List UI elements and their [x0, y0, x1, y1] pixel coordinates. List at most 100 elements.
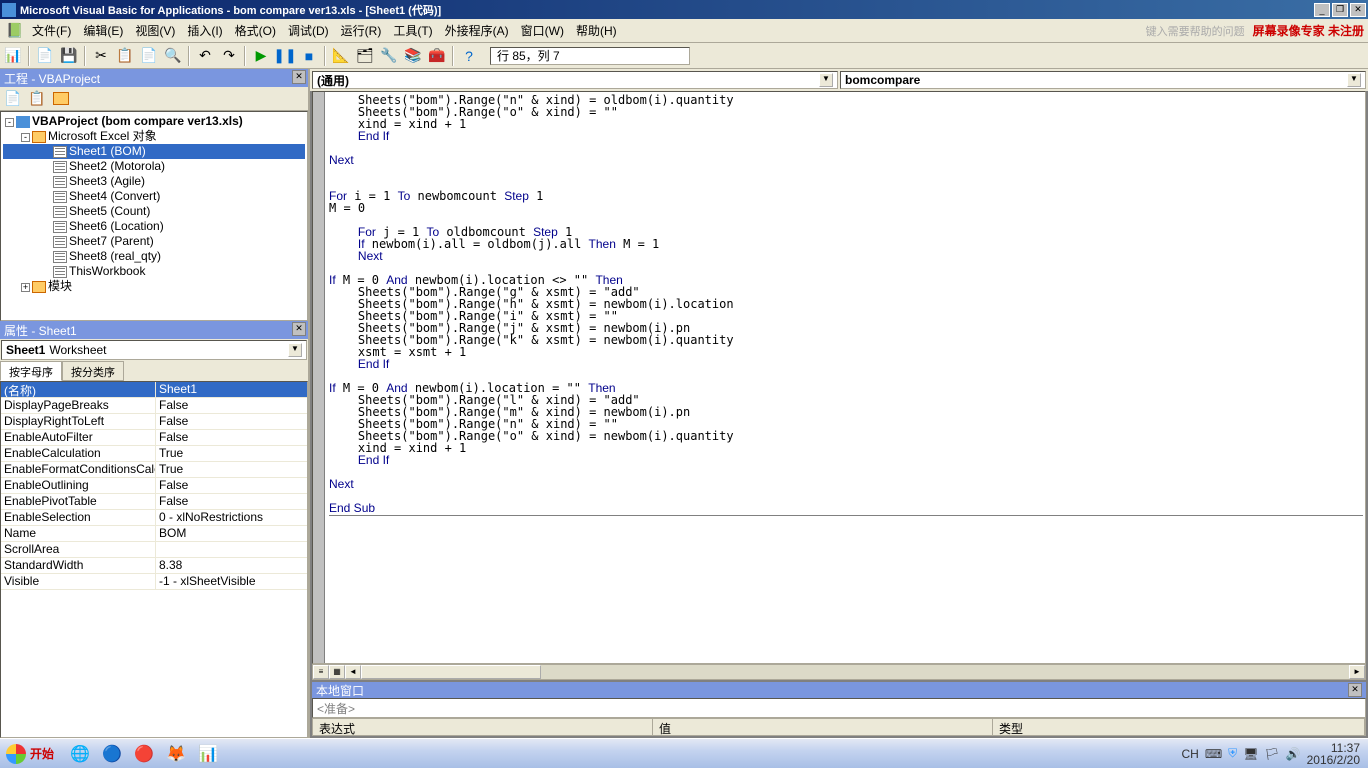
tree-item-sheet5[interactable]: Sheet5 (Count)	[3, 204, 305, 219]
minimize-button[interactable]: _	[1314, 3, 1330, 17]
property-row[interactable]: Visible-1 - xlSheetVisible	[1, 574, 307, 590]
menu-debug[interactable]: 调试(D)	[282, 20, 335, 41]
property-row[interactable]: NameBOM	[1, 526, 307, 542]
scroll-left-button[interactable]: ◄	[345, 665, 361, 679]
tray-icon-shield[interactable]: ⛨	[1228, 746, 1237, 761]
tab-categorized[interactable]: 按分类序	[62, 361, 124, 381]
property-value[interactable]: False	[156, 478, 307, 493]
menu-file[interactable]: 文件(F)	[26, 20, 77, 41]
chevron-down-icon[interactable]: ▼	[288, 343, 302, 357]
property-value[interactable]: True	[156, 446, 307, 461]
menu-view[interactable]: 视图(V)	[129, 20, 181, 41]
tree-item-sheet3[interactable]: Sheet3 (Agile)	[3, 174, 305, 189]
menu-addins[interactable]: 外接程序(A)	[439, 20, 515, 41]
find-button[interactable]: 🔍	[162, 45, 184, 67]
tree-item-thisworkbook[interactable]: ThisWorkbook	[3, 264, 305, 279]
reset-button[interactable]: ■	[298, 45, 320, 67]
property-row[interactable]: DisplayPageBreaksFalse	[1, 398, 307, 414]
property-value[interactable]: False	[156, 494, 307, 509]
menu-tools[interactable]: 工具(T)	[387, 20, 438, 41]
tray-icon-flag[interactable]: 🏳	[1264, 747, 1279, 761]
view-excel-button[interactable]: 📊	[2, 45, 24, 67]
property-row[interactable]: EnableFormatConditionsCalculationTrue	[1, 462, 307, 478]
property-row[interactable]: EnableSelection0 - xlNoRestrictions	[1, 510, 307, 526]
toggle-folders-button[interactable]	[50, 89, 72, 109]
property-value[interactable]: Sheet1	[156, 382, 307, 397]
redo-button[interactable]: ↷	[218, 45, 240, 67]
locals-close-button[interactable]: ✕	[1348, 683, 1362, 697]
taskbar-app-3[interactable]: 🔴	[130, 741, 158, 767]
horizontal-scrollbar[interactable]	[361, 665, 1349, 679]
tree-item-sheet2[interactable]: Sheet2 (Motorola)	[3, 159, 305, 174]
insert-module-button[interactable]: 📄	[34, 45, 56, 67]
property-row[interactable]: EnablePivotTableFalse	[1, 494, 307, 510]
tray-icon-network[interactable]: 🖥	[1243, 747, 1258, 761]
paste-button[interactable]: 📄	[138, 45, 160, 67]
menu-run[interactable]: 运行(R)	[335, 20, 388, 41]
start-button[interactable]: 开始	[0, 740, 64, 768]
tree-folder-excel-objects[interactable]: -Microsoft Excel 对象	[3, 129, 305, 144]
tree-item-sheet7[interactable]: Sheet7 (Parent)	[3, 234, 305, 249]
taskbar-app-2[interactable]: 🔵	[98, 741, 126, 767]
run-button[interactable]: ▶	[250, 45, 272, 67]
excel-icon[interactable]: 📗	[4, 20, 26, 42]
object-combo[interactable]: (通用) ▼	[312, 71, 838, 89]
property-row[interactable]: EnableCalculationTrue	[1, 446, 307, 462]
property-value[interactable]: False	[156, 430, 307, 445]
help-hint[interactable]: 键入需要帮助的问题	[1146, 23, 1245, 39]
menu-help[interactable]: 帮助(H)	[570, 20, 623, 41]
tree-item-sheet4[interactable]: Sheet4 (Convert)	[3, 189, 305, 204]
property-value[interactable]: False	[156, 398, 307, 413]
undo-button[interactable]: ↶	[194, 45, 216, 67]
menu-edit[interactable]: 编辑(E)	[77, 20, 129, 41]
tree-item-sheet1[interactable]: Sheet1 (BOM)	[3, 144, 305, 159]
view-object-button[interactable]: 📋	[26, 89, 48, 109]
tree-folder-modules[interactable]: +模块	[3, 279, 305, 294]
properties-grid[interactable]: (名称)Sheet1DisplayPageBreaksFalseDisplayR…	[0, 381, 308, 738]
property-row[interactable]: (名称)Sheet1	[1, 382, 307, 398]
chevron-down-icon[interactable]: ▼	[1347, 73, 1361, 87]
project-explorer-button[interactable]: 🗂	[354, 45, 376, 67]
taskbar-app-excel[interactable]: 📊	[194, 741, 222, 767]
property-row[interactable]: StandardWidth8.38	[1, 558, 307, 574]
property-value[interactable]: 0 - xlNoRestrictions	[156, 510, 307, 525]
taskbar-app-1[interactable]: 🌐	[66, 741, 94, 767]
taskbar-app-4[interactable]: 🦊	[162, 741, 190, 767]
procedure-view-button[interactable]: ≡	[313, 665, 329, 679]
property-value[interactable]	[156, 542, 307, 557]
tab-alphabetic[interactable]: 按字母序	[0, 361, 62, 381]
tray-icon-volume[interactable]: 🔊	[1286, 747, 1301, 761]
property-value[interactable]: False	[156, 414, 307, 429]
cut-button[interactable]: ✂	[90, 45, 112, 67]
code-editor[interactable]: Sheets("bom").Range("n" & xind) = oldbom…	[312, 91, 1366, 664]
properties-button[interactable]: 🔧	[378, 45, 400, 67]
property-value[interactable]: BOM	[156, 526, 307, 541]
tree-item-sheet6[interactable]: Sheet6 (Location)	[3, 219, 305, 234]
procedure-combo[interactable]: bomcompare ▼	[840, 71, 1366, 89]
property-row[interactable]: EnableOutliningFalse	[1, 478, 307, 494]
property-value[interactable]: True	[156, 462, 307, 477]
toolbox-button[interactable]: 🧰	[426, 45, 448, 67]
menu-insert[interactable]: 插入(I)	[181, 20, 228, 41]
project-tree[interactable]: -VBAProject (bom compare ver13.xls) -Mic…	[0, 111, 308, 321]
properties-panel-close-button[interactable]: ✕	[292, 322, 306, 336]
project-panel-close-button[interactable]: ✕	[292, 70, 306, 84]
properties-object-combo[interactable]: Sheet1 Worksheet ▼	[1, 340, 307, 360]
locals-col-type[interactable]: 类型	[993, 719, 1365, 735]
design-mode-button[interactable]: 📐	[330, 45, 352, 67]
locals-col-value[interactable]: 值	[653, 719, 993, 735]
code-text[interactable]: Sheets("bom").Range("n" & xind) = oldbom…	[313, 92, 1365, 519]
property-row[interactable]: ScrollArea	[1, 542, 307, 558]
property-value[interactable]: -1 - xlSheetVisible	[156, 574, 307, 589]
locals-col-expression[interactable]: 表达式	[313, 719, 653, 735]
scrollbar-thumb[interactable]	[361, 665, 541, 679]
menu-format[interactable]: 格式(O)	[229, 20, 282, 41]
help-button[interactable]: ?	[458, 45, 480, 67]
menu-window[interactable]: 窗口(W)	[515, 20, 570, 41]
object-browser-button[interactable]: 📚	[402, 45, 424, 67]
close-button[interactable]: ✕	[1350, 3, 1366, 17]
view-code-button[interactable]: 📄	[2, 89, 24, 109]
tree-root[interactable]: -VBAProject (bom compare ver13.xls)	[3, 114, 305, 129]
chevron-down-icon[interactable]: ▼	[819, 73, 833, 87]
break-button[interactable]: ❚❚	[274, 45, 296, 67]
